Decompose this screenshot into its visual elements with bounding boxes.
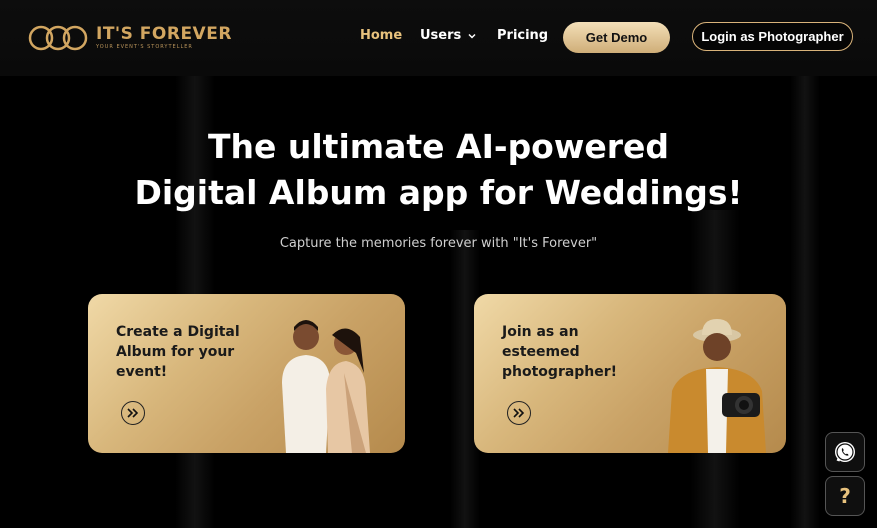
brand-name: IT'S FOREVER (96, 24, 232, 44)
nav-users-dropdown[interactable]: Users (420, 28, 477, 43)
login-photographer-button[interactable]: Login as Photographer (692, 22, 853, 51)
get-demo-button[interactable]: Get Demo (563, 22, 670, 53)
join-photographer-label: Join as an esteemed photographer! (502, 324, 618, 380)
nav-pricing[interactable]: Pricing (497, 28, 548, 43)
hero-title-line1: The ultimate AI-powered (207, 127, 670, 166)
site-header: IT'S FOREVER YOUR EVENT'S STORYTELLER Ho… (0, 0, 877, 76)
nav-users-label: Users (420, 28, 462, 43)
join-photographer-card[interactable]: Join as an esteemed photographer! (474, 294, 786, 453)
brand-tagline: YOUR EVENT'S STORYTELLER (96, 44, 193, 50)
whatsapp-icon (835, 442, 855, 462)
hero-subtitle: Capture the memories forever with "It's … (279, 236, 598, 251)
infinity-rings-icon (28, 25, 88, 51)
nav-home[interactable]: Home (360, 28, 402, 43)
chevron-down-icon (468, 33, 476, 39)
help-button[interactable]: ? (825, 476, 865, 516)
help-icon: ? (839, 484, 851, 508)
double-chevron-right-icon[interactable] (121, 401, 145, 425)
create-album-card[interactable]: Create a Digital Album for your event! (88, 294, 405, 453)
whatsapp-button[interactable] (825, 432, 865, 472)
double-chevron-right-icon[interactable] (507, 401, 531, 425)
photographer-illustration (668, 319, 766, 453)
couple-illustration (282, 320, 370, 453)
hero-title-line2: Digital Album app for Weddings! (134, 173, 743, 212)
create-album-label: Create a Digital Album for your event! (116, 324, 240, 380)
brand-logo[interactable]: IT'S FOREVER YOUR EVENT'S STORYTELLER (28, 24, 232, 52)
hero-title: The ultimate AI-powered Digital Album ap… (0, 124, 877, 216)
